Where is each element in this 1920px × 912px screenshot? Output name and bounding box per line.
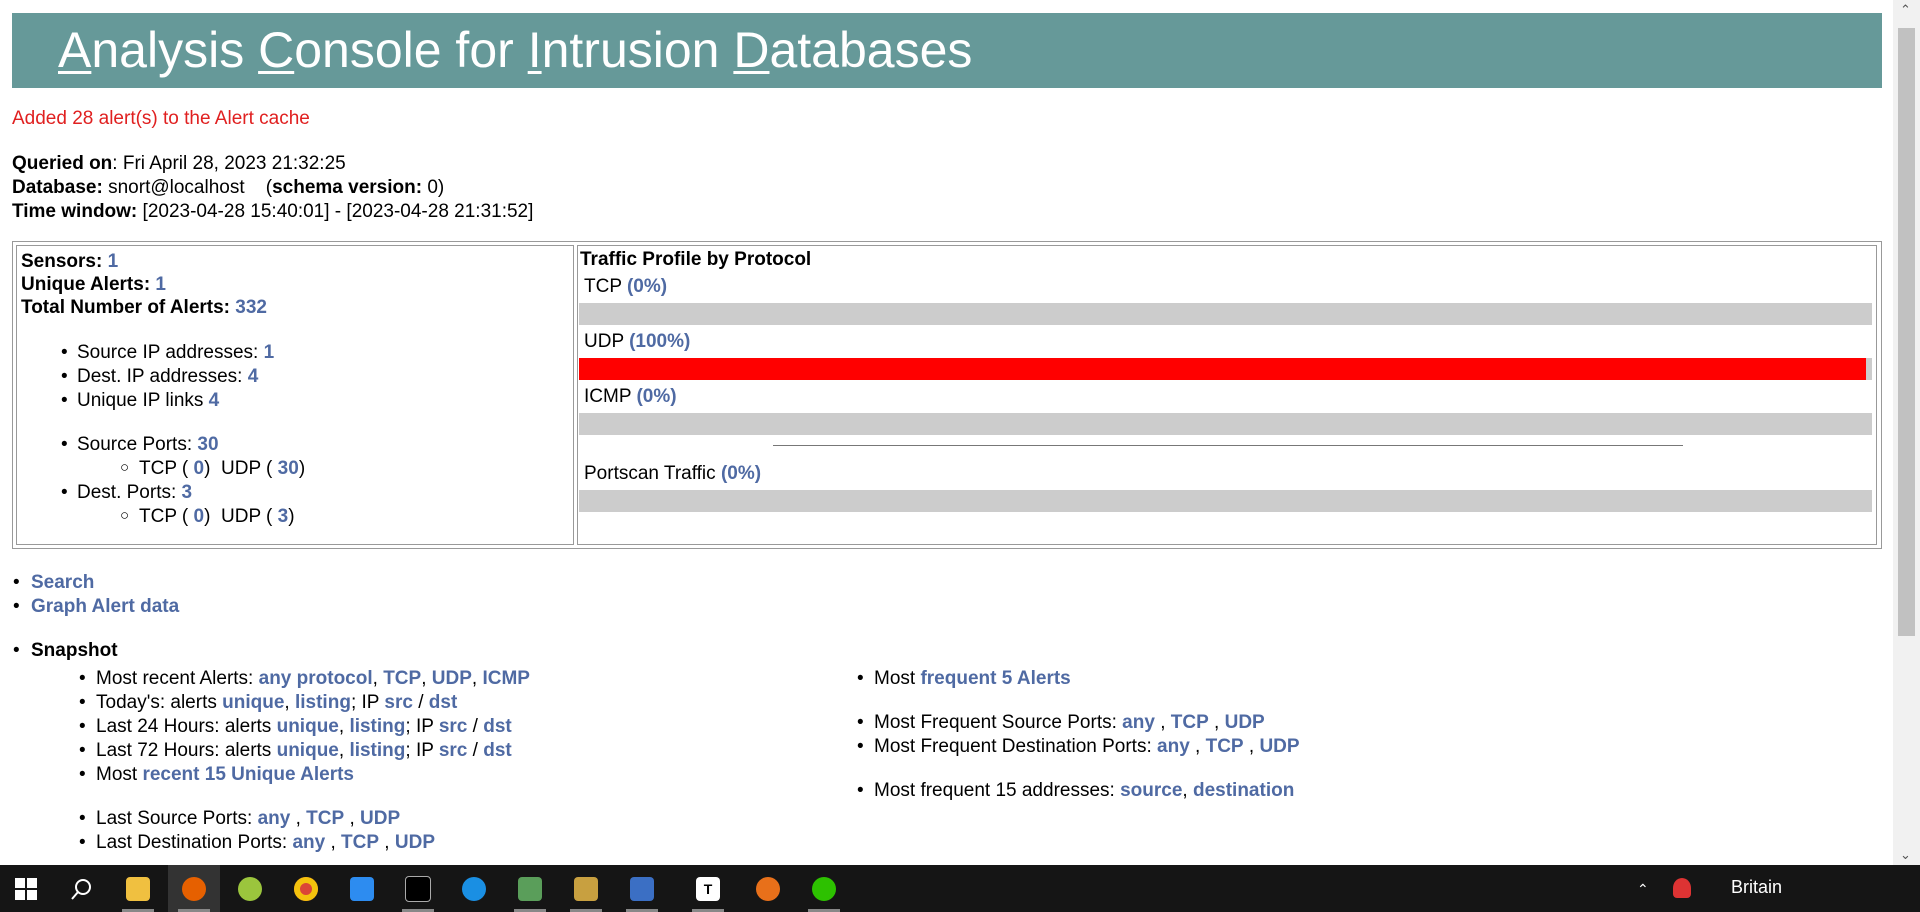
qq-icon[interactable] — [1673, 878, 1691, 898]
dst-udp-link[interactable]: 3 — [278, 506, 289, 527]
src-udp-link[interactable]: 30 — [278, 458, 299, 479]
icmp-percent-link[interactable]: (0%) — [636, 386, 676, 407]
freq-src-udp-link[interactable]: UDP — [1225, 712, 1265, 733]
src-tcp-link[interactable]: 0 — [194, 458, 205, 479]
recent-icmp-link[interactable]: ICMP — [482, 668, 530, 689]
app-check-icon[interactable] — [448, 865, 500, 912]
udp-bar — [579, 358, 1872, 380]
last-source-ports-item: Last Source Ports: any , TCP , UDP — [79, 808, 400, 830]
last-dest-ports-item: Last Destination Ports: any , TCP , UDP — [79, 832, 435, 854]
chevron-up-icon[interactable]: ⌃ — [1637, 881, 1649, 898]
most-frequent-5-item: Most frequent 5 Alerts — [857, 668, 1071, 690]
today-dst-link[interactable]: dst — [429, 692, 458, 713]
most-recent-15-item: Most recent 15 Unique Alerts — [79, 764, 354, 786]
last-dst-tcp-link[interactable]: TCP — [341, 832, 379, 853]
chrome-icon[interactable] — [280, 865, 332, 912]
h24-listing-link[interactable]: listing — [349, 716, 405, 737]
vertical-scrollbar[interactable]: ⌃ ⌄ — [1893, 0, 1920, 865]
h24-unique-link[interactable]: unique — [277, 716, 339, 737]
freq-destination-link[interactable]: destination — [1193, 780, 1294, 801]
last-src-udp-link[interactable]: UDP — [360, 808, 400, 829]
freq-dst-tcp-link[interactable]: TCP — [1206, 736, 1244, 757]
search-tool-icon[interactable] — [742, 865, 794, 912]
last-dst-udp-link[interactable]: UDP — [395, 832, 435, 853]
dest-ip-link[interactable]: 4 — [248, 366, 259, 387]
last-src-tcp-link[interactable]: TCP — [306, 808, 344, 829]
h24-src-link[interactable]: src — [439, 716, 468, 737]
h72-dst-link[interactable]: dst — [483, 740, 512, 761]
todays-alerts-item: Today's: alerts unique, listing; IP src … — [79, 692, 458, 714]
freq-source-link[interactable]: source — [1120, 780, 1182, 801]
ip-links-link[interactable]: 4 — [209, 390, 220, 411]
today-listing-link[interactable]: listing — [295, 692, 351, 713]
udp-percent-link[interactable]: (100%) — [629, 331, 690, 352]
firefox-icon[interactable] — [168, 865, 220, 912]
portscan-bar — [579, 490, 1872, 512]
portscan-percent-link[interactable]: (0%) — [721, 463, 761, 484]
last-72h-item: Last 72 Hours: alerts unique, listing; I… — [79, 740, 512, 762]
freq-dst-any-link[interactable]: any — [1157, 736, 1190, 757]
freq-15-addresses-item: Most frequent 15 addresses: source, dest… — [857, 780, 1294, 802]
freq-src-any-link[interactable]: any — [1122, 712, 1155, 733]
stats-table: Sensors: 1 Unique Alerts: 1 Total Number… — [12, 241, 1882, 549]
file-explorer-icon[interactable] — [112, 865, 164, 912]
udp-bar-fill — [579, 358, 1866, 380]
snapshot-heading: Snapshot — [31, 640, 118, 661]
settings-app-icon[interactable] — [616, 865, 668, 912]
total-alerts-link[interactable]: 332 — [235, 297, 267, 318]
scroll-down-icon[interactable]: ⌄ — [1900, 847, 1911, 863]
dst-tcp-link[interactable]: 0 — [194, 506, 205, 527]
tcp-percent-link[interactable]: (0%) — [627, 276, 667, 297]
page-title: Analysis Console for Intrusion Databases — [12, 13, 1882, 88]
last-src-any-link[interactable]: any — [258, 808, 291, 829]
typora-icon[interactable]: T — [682, 865, 734, 912]
taskbar: T ⌃ Britain — [0, 865, 1920, 912]
scroll-up-icon[interactable]: ⌃ — [1900, 2, 1911, 18]
search-icon[interactable] — [56, 865, 108, 912]
tray-language[interactable]: Britain — [1731, 877, 1782, 898]
recent-any-protocol-link[interactable]: any protocol — [259, 668, 373, 689]
source-ip-link[interactable]: 1 — [264, 342, 275, 363]
search-link[interactable]: Search — [31, 572, 94, 593]
app-icon[interactable] — [224, 865, 276, 912]
network-tool-icon[interactable] — [504, 865, 556, 912]
page-content: Analysis Console for Intrusion Databases… — [0, 0, 1893, 865]
bird-app-icon[interactable] — [336, 865, 388, 912]
graph-alert-data-link[interactable]: Graph Alert data — [31, 596, 179, 617]
freq-dest-ports-item: Most Frequent Destination Ports: any , T… — [857, 736, 1300, 758]
query-info: Queried on: Fri April 28, 2023 21:32:25 … — [12, 153, 534, 222]
recent-udp-link[interactable]: UDP — [432, 668, 472, 689]
most-recent-alerts-item: Most recent Alerts: any protocol, TCP, U… — [79, 668, 530, 690]
recent-15-unique-link[interactable]: recent 15 Unique Alerts — [142, 764, 354, 785]
source-ports-link[interactable]: 30 — [197, 434, 218, 455]
windows-start-icon[interactable] — [0, 865, 52, 912]
freq-source-ports-item: Most Frequent Source Ports: any , TCP , … — [857, 712, 1265, 734]
dest-ports-link[interactable]: 3 — [182, 482, 193, 503]
h72-unique-link[interactable]: unique — [277, 740, 339, 761]
h72-listing-link[interactable]: listing — [349, 740, 405, 761]
scrollbar-thumb[interactable] — [1898, 28, 1915, 636]
last-24h-item: Last 24 Hours: alerts unique, listing; I… — [79, 716, 512, 738]
today-unique-link[interactable]: unique — [222, 692, 284, 713]
terminal-icon[interactable] — [392, 865, 444, 912]
last-dst-any-link[interactable]: any — [292, 832, 325, 853]
folder-tool-icon[interactable] — [560, 865, 612, 912]
h72-src-link[interactable]: src — [439, 740, 468, 761]
icmp-bar — [579, 413, 1872, 435]
wechat-icon[interactable] — [798, 865, 850, 912]
status-message: Added 28 alert(s) to the Alert cache — [12, 108, 310, 129]
unique-alerts-link[interactable]: 1 — [155, 274, 166, 295]
h24-dst-link[interactable]: dst — [483, 716, 512, 737]
sensors-count-link[interactable]: 1 — [108, 251, 119, 272]
alert-summary-panel: Sensors: 1 Unique Alerts: 1 Total Number… — [16, 245, 574, 545]
traffic-profile-title: Traffic Profile by Protocol — [580, 249, 812, 270]
traffic-profile-panel: Traffic Profile by Protocol TCP (0%) UDP… — [577, 245, 1877, 545]
tcp-bar — [579, 303, 1872, 325]
freq-dst-udp-link[interactable]: UDP — [1259, 736, 1299, 757]
frequent-5-alerts-link[interactable]: frequent 5 Alerts — [920, 668, 1070, 689]
today-src-link[interactable]: src — [384, 692, 413, 713]
divider — [773, 445, 1683, 446]
freq-src-tcp-link[interactable]: TCP — [1171, 712, 1209, 733]
recent-tcp-link[interactable]: TCP — [383, 668, 421, 689]
